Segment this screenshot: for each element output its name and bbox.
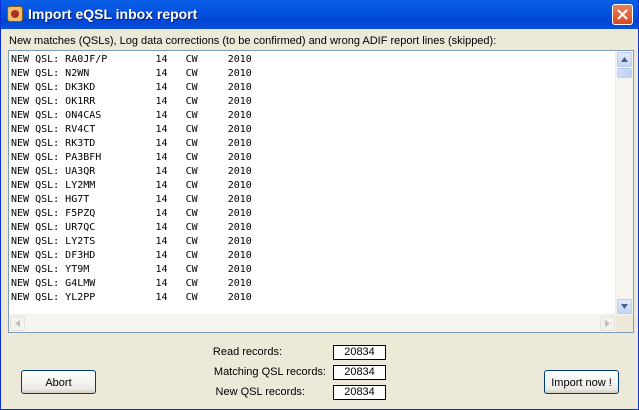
report-line: NEW QSL: YL2PP 14 CW 2010: [11, 292, 252, 303]
report-line: NEW QSL: DK3KD 14 CW 2010: [11, 82, 252, 93]
report-line: NEW QSL: OK1RR 14 CW 2010: [11, 96, 252, 107]
matching-qsl-records-label: Matching QSL records:: [213, 366, 326, 378]
horizontal-scrollbar[interactable]: [9, 314, 616, 332]
scroll-left-button[interactable]: [10, 316, 25, 331]
title-bar[interactable]: Import eQSL inbox report: [1, 0, 638, 29]
scrollbar-corner: [616, 315, 633, 332]
new-qsl-records-label: New QSL records:: [215, 386, 305, 398]
vertical-scrollbar[interactable]: [615, 51, 633, 315]
report-lines: NEW QSL: RA0JF/P 14 CW 2010 NEW QSL: N2WN…: [11, 53, 615, 314]
abort-button[interactable]: Abort: [21, 370, 96, 394]
report-line: NEW QSL: RV4CT 14 CW 2010: [11, 124, 252, 135]
report-line: NEW QSL: HG7T 14 CW 2010: [11, 194, 252, 205]
scroll-up-button[interactable]: [617, 52, 632, 67]
report-line: NEW QSL: DF3HD 14 CW 2010: [11, 250, 252, 261]
report-line: NEW QSL: ON4CAS 14 CW 2010: [11, 110, 252, 121]
report-line: NEW QSL: PA3BFH 14 CW 2010: [11, 152, 252, 163]
report-listbox[interactable]: NEW QSL: RA0JF/P 14 CW 2010 NEW QSL: N2WN…: [8, 50, 634, 333]
import-now-button[interactable]: Import now !: [544, 370, 619, 394]
scroll-down-button[interactable]: [617, 299, 632, 314]
vertical-scroll-thumb[interactable]: [617, 68, 632, 78]
report-line: NEW QSL: F5PZQ 14 CW 2010: [11, 208, 252, 219]
arrow-right-icon: [605, 320, 610, 327]
matching-qsl-records-value: 20834: [333, 365, 386, 380]
qsl-card-icon: [7, 6, 23, 22]
new-qsl-records-value: 20834: [333, 385, 386, 400]
report-line: NEW QSL: N2WN 14 CW 2010: [11, 68, 252, 79]
import-now-label: Import now !: [551, 377, 612, 389]
report-line: NEW QSL: YT9M 14 CW 2010: [11, 264, 252, 275]
read-records-label: Read records:: [212, 346, 282, 358]
report-line: NEW QSL: LY2MM 14 CW 2010: [11, 180, 252, 191]
report-caption: New matches (QSLs), Log data corrections…: [9, 35, 497, 47]
arrow-left-icon: [15, 320, 20, 327]
report-line: NEW QSL: G4LMW 14 CW 2010: [11, 278, 252, 289]
report-line: NEW QSL: UA3QR 14 CW 2010: [11, 166, 252, 177]
arrow-down-icon: [621, 304, 628, 309]
report-line: NEW QSL: UR7QC 14 CW 2010: [11, 222, 252, 233]
report-line: NEW QSL: LY2TS 14 CW 2010: [11, 236, 252, 247]
scroll-right-button[interactable]: [600, 316, 615, 331]
report-line: NEW QSL: RK3TD 14 CW 2010: [11, 138, 252, 149]
read-records-value: 20834: [333, 345, 386, 360]
abort-label: Abort: [45, 377, 72, 389]
arrow-up-icon: [621, 57, 628, 62]
import-eqsl-dialog: Import eQSL inbox report New matches (QS…: [0, 0, 639, 410]
close-button[interactable]: [612, 4, 633, 25]
close-icon: [617, 9, 628, 20]
window-title: Import eQSL inbox report: [28, 6, 198, 22]
report-line: NEW QSL: RA0JF/P 14 CW 2010: [11, 54, 252, 65]
